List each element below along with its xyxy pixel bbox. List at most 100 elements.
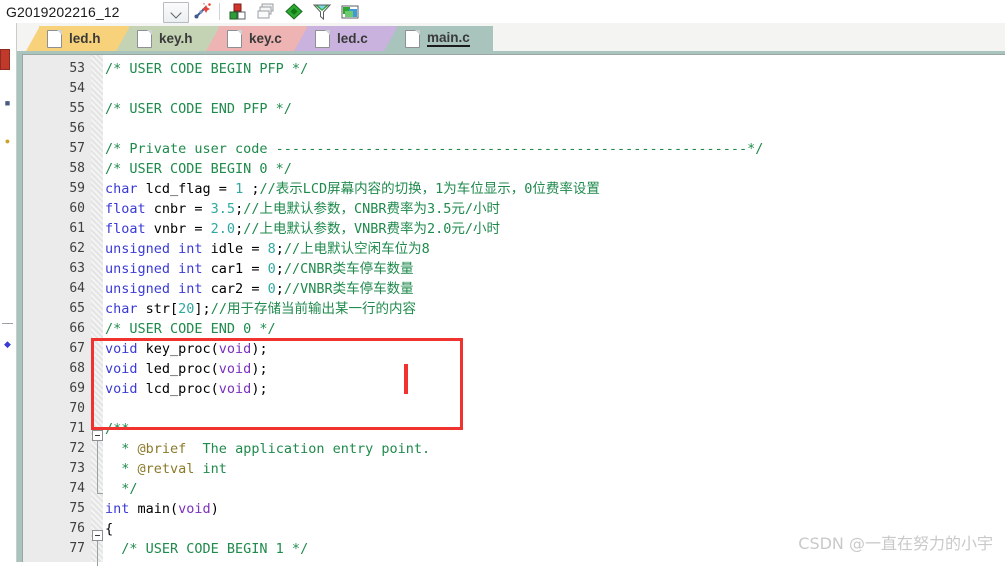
code-line[interactable]: 65 char str[20];//用于存储当前输出某一行的内容 <box>23 299 1005 319</box>
code-line[interactable]: 59 char lcd_flag = 1 ;//表示LCD屏幕内容的切换，1为车位… <box>23 179 1005 199</box>
line-number: 69 <box>69 381 85 396</box>
panel-glyph-a-icon[interactable]: ■ <box>2 98 13 109</box>
editor-tab-led-c[interactable]: led.c <box>294 26 399 51</box>
code-line[interactable]: 70 <box>23 399 1005 419</box>
code-token: str[ <box>137 301 179 317</box>
editor-tab-main-c[interactable]: main.c <box>384 26 493 51</box>
code-line[interactable]: 61 float vnbr = 2.0;//上电默认参数，VNBR费率为2.0元/… <box>23 219 1005 239</box>
line-number: 53 <box>69 61 85 76</box>
line-number: 72 <box>69 441 85 456</box>
line-number: 75 <box>69 501 85 516</box>
code-line[interactable]: 71 /** <box>23 419 1005 439</box>
code-token: /* USER CODE END PFP */ <box>105 101 292 117</box>
code-line[interactable]: 57 /* Private user code -----------------… <box>23 139 1005 159</box>
code-token: float <box>105 201 146 217</box>
project-combo-dropdown-button[interactable] <box>163 2 189 23</box>
code-token: /* USER CODE BEGIN 0 */ <box>105 161 292 177</box>
code-token: idle = <box>202 241 268 257</box>
file-icon <box>315 29 330 48</box>
line-number: 70 <box>69 401 85 416</box>
editor-tab-label: led.h <box>69 31 101 46</box>
code-line[interactable]: 68 void led_proc(void); <box>23 359 1005 379</box>
green-diamond-icon[interactable] <box>284 2 304 21</box>
funnel-filter-icon[interactable] <box>312 2 332 21</box>
line-number: 55 <box>69 101 85 116</box>
stacked-windows-icon[interactable] <box>256 2 276 21</box>
code-line-text: * @retval int <box>105 459 227 479</box>
tab-slant <box>26 26 40 51</box>
code-token: 20 <box>178 301 195 317</box>
code-line[interactable]: 64 unsigned int car2 = 0;//VNBR类车停车数量 <box>23 279 1005 299</box>
panel-glyph-c-icon[interactable]: ◆ <box>2 339 13 350</box>
code-line-text: unsigned int car1 = 0;//CNBR类车停车数量 <box>105 259 414 279</box>
code-line-text: char lcd_flag = 1 ;//表示LCD屏幕内容的切换，1为车位显示… <box>105 179 600 199</box>
code-line[interactable]: 67 void key_proc(void); <box>23 339 1005 359</box>
code-line[interactable]: 54 <box>23 79 1005 99</box>
code-token: //用于存储当前输出某一行的内容 <box>210 301 416 317</box>
code-token: led_proc( <box>137 361 219 377</box>
code-line[interactable]: 60 float cnbr = 3.5;//上电默认参数，CNBR费率为3.5元/… <box>23 199 1005 219</box>
fold-bracket-foot-71 <box>97 493 103 494</box>
panel-glyph-b-icon[interactable]: ● <box>2 136 13 147</box>
code-token: ) <box>210 501 219 517</box>
editor-tab-label: led.c <box>337 31 368 46</box>
code-line[interactable]: 73 * @retval int <box>23 459 1005 479</box>
line-number: 63 <box>69 261 85 276</box>
code-line[interactable]: 62 unsigned int idle = 8;//上电默认空闲车位为8 <box>23 239 1005 259</box>
editor-tab-key-c[interactable]: key.c <box>206 26 309 51</box>
project-combo-value[interactable]: G2019202216_12 <box>0 4 120 20</box>
code-line[interactable]: 55 /* USER CODE END PFP */ <box>23 99 1005 119</box>
code-token: unsigned int <box>105 281 203 297</box>
code-token: main( <box>129 501 179 517</box>
code-line-text: unsigned int car2 = 0;//VNBR类车停车数量 <box>105 279 414 299</box>
fold-marker-71[interactable] <box>92 430 103 441</box>
code-line-text: /** <box>105 419 129 439</box>
code-line[interactable]: 53 /* USER CODE BEGIN PFP */ <box>23 59 1005 79</box>
code-line-text: void lcd_proc(void); <box>105 379 268 399</box>
code-token: //CNBR类车停车数量 <box>283 261 414 277</box>
line-number: 54 <box>69 81 85 96</box>
code-line[interactable]: 58 /* USER CODE BEGIN 0 */ <box>23 159 1005 179</box>
fold-bracket-line-71 <box>97 441 98 493</box>
code-token: @retval <box>137 461 195 477</box>
magic-wand-icon[interactable] <box>192 2 212 21</box>
code-token: void <box>105 361 138 377</box>
green-box-icon[interactable] <box>340 2 360 21</box>
code-line-text: /* USER CODE BEGIN PFP */ <box>105 59 308 79</box>
code-area[interactable]: 53 /* USER CODE BEGIN PFP */ 54 55 /* USER C… <box>23 55 1005 562</box>
code-line[interactable]: 56 <box>23 119 1005 139</box>
editor-tab-led-h[interactable]: led.h <box>26 26 131 51</box>
code-token: char <box>105 181 138 197</box>
code-line-text: /* Private user code -------------------… <box>105 139 763 159</box>
code-line-text: */ <box>105 479 138 499</box>
line-number: 59 <box>69 181 85 196</box>
code-line-text: /* USER CODE BEGIN 0 */ <box>105 159 292 179</box>
code-line[interactable]: 75 int main(void) <box>23 499 1005 519</box>
code-token: void <box>218 361 252 377</box>
code-line[interactable]: 72 * @brief The application entry point. <box>23 439 1005 459</box>
code-token: ); <box>251 381 268 397</box>
code-token: //上电默认参数，VNBR费率为2.0元/小时 <box>243 221 500 237</box>
code-token: void <box>178 501 211 517</box>
code-line[interactable]: 63 unsigned int car1 = 0;//CNBR类车停车数量 <box>23 259 1005 279</box>
code-token: /* USER CODE BEGIN 1 */ <box>105 541 309 557</box>
fold-marker-76[interactable] <box>92 530 103 541</box>
editor-inner: 53 /* USER CODE BEGIN PFP */ 54 55 /* USER C… <box>22 54 1005 566</box>
code-token: */ <box>105 481 138 497</box>
red-marker-tab[interactable] <box>0 49 10 70</box>
line-number: 61 <box>69 221 85 236</box>
build-blocks-icon[interactable] <box>228 2 248 21</box>
code-token: lcd_flag = <box>137 181 236 197</box>
code-token: void <box>218 381 252 397</box>
line-number: 71 <box>69 421 85 436</box>
code-token: void <box>105 341 138 357</box>
editor-tab-key-h[interactable]: key.h <box>116 26 221 51</box>
code-token: key_proc( <box>137 341 219 357</box>
code-token: //上电默认空闲车位为8 <box>283 241 430 257</box>
code-line[interactable]: 69 void lcd_proc(void); <box>23 379 1005 399</box>
code-token: car1 = <box>202 261 268 277</box>
code-line[interactable]: 74 */ <box>23 479 1005 499</box>
code-token: ); <box>251 341 268 357</box>
code-line-text: char str[20];//用于存储当前输出某一行的内容 <box>105 299 416 319</box>
code-line[interactable]: 66 /* USER CODE END 0 */ <box>23 319 1005 339</box>
